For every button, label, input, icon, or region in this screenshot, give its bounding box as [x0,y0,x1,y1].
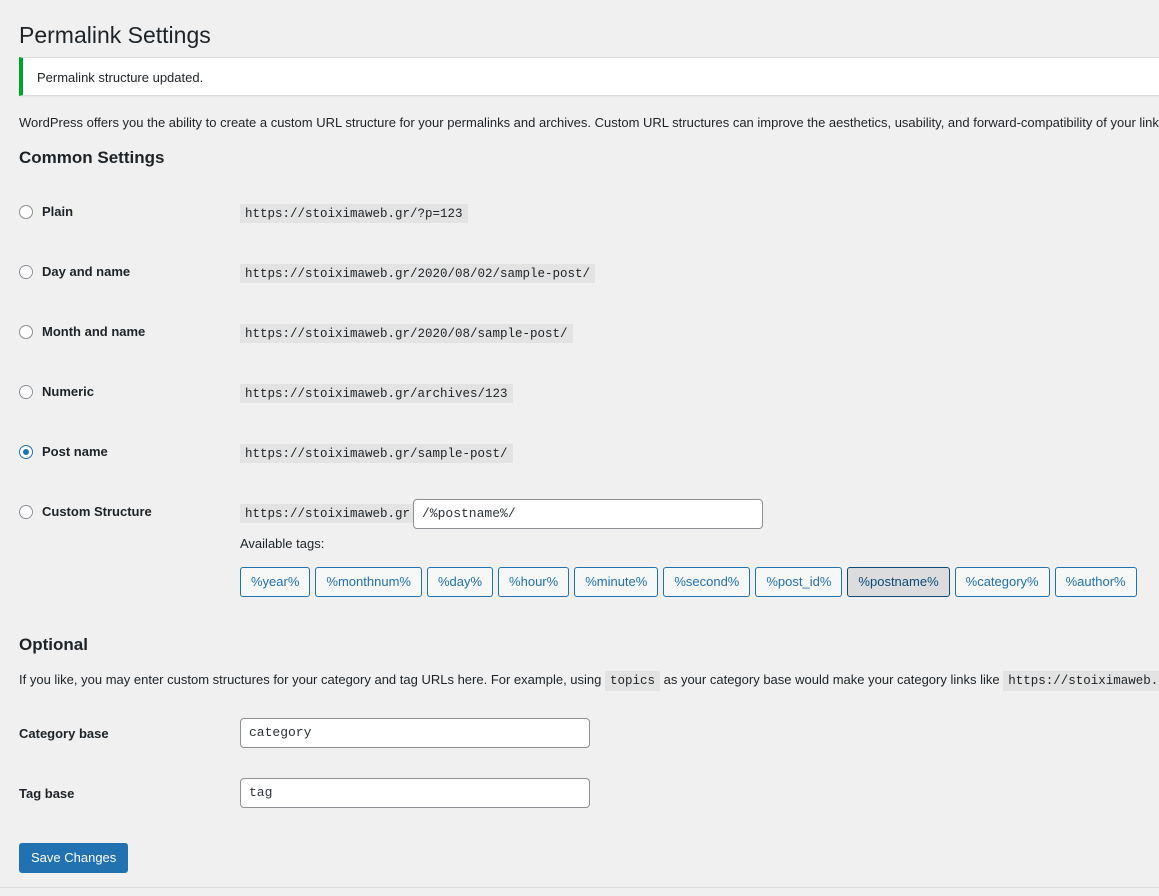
option-label: Day and name [42,264,131,279]
optional-desc-part: as your category base would make your ca… [660,672,1004,687]
option-month-name-label[interactable]: Month and name [19,324,145,339]
tag-button-category[interactable]: %category% [954,567,1050,597]
tag-button-author[interactable]: %author% [1054,567,1137,597]
optional-desc-code-url: https://stoiximaweb.gr/ [1003,671,1159,691]
tag-base-label: Tag base [19,786,75,801]
option-post-name-label[interactable]: Post name [19,444,108,459]
tag-button-minute[interactable]: %minute% [574,567,659,597]
option-day-and-name[interactable]: Day and name https://stoiximaweb.gr/2020… [19,260,1159,286]
custom-structure-input[interactable]: /%postname%/ [413,499,763,529]
success-notice: Permalink structure updated. [19,57,1159,96]
common-settings-heading: Common Settings [19,148,165,167]
option-numeric[interactable]: Numeric https://stoiximaweb.gr/archives/… [19,380,1159,406]
tag-button-hour[interactable]: %hour% [498,567,570,597]
example-url: https://stoiximaweb.gr/2020/08/02/sample… [240,264,596,283]
option-label: Custom Structure [42,504,152,519]
option-custom-structure[interactable]: Custom Structure https://stoiximaweb.gr … [19,499,1159,529]
tag-base-input[interactable]: tag [240,778,590,808]
tag-button-monthnum[interactable]: %monthnum% [315,567,422,597]
category-base-input[interactable]: category [240,718,590,748]
radio-plain[interactable] [19,204,33,219]
option-day-name-label[interactable]: Day and name [19,264,130,279]
intro-text: WordPress offers you the ability to crea… [19,115,1159,130]
page-title: Permalink Settings [19,22,211,48]
available-tags: %year% %monthnum% %day% %hour% %minute% … [240,567,1137,597]
available-tags-label: Available tags: [240,536,325,551]
radio-custom-structure[interactable] [19,504,33,519]
optional-desc-part: If you like, you may enter custom struct… [19,672,605,687]
footer-divider [0,887,1159,888]
tag-button-second[interactable]: %second% [663,567,751,597]
option-post-name[interactable]: Post name https://stoiximaweb.gr/sample-… [19,440,1159,466]
example-url: https://stoiximaweb.gr/archives/123 [240,384,513,403]
category-base-label: Category base [19,726,109,741]
option-month-and-name[interactable]: Month and name https://stoiximaweb.gr/20… [19,320,1159,346]
optional-description: If you like, you may enter custom struct… [19,671,1159,691]
option-label: Plain [42,204,74,219]
radio-month-and-name[interactable] [19,324,33,339]
tag-button-postname[interactable]: %postname% [847,567,950,597]
option-numeric-label[interactable]: Numeric [19,384,94,399]
example-url: https://stoiximaweb.gr/sample-post/ [240,444,513,463]
save-changes-button[interactable]: Save Changes [19,843,129,873]
option-label: Post name [42,444,108,459]
radio-day-and-name[interactable] [19,264,33,279]
option-label: Numeric [42,384,95,399]
option-plain[interactable]: Plain https://stoiximaweb.gr/?p=123 [19,200,1159,226]
radio-post-name[interactable] [19,444,33,459]
option-custom-label[interactable]: Custom Structure [19,504,152,519]
optional-desc-code: topics [604,671,660,691]
example-url: https://stoiximaweb.gr/2020/08/sample-po… [240,324,573,343]
custom-base-url: https://stoiximaweb.gr [240,504,416,523]
notice-text: Permalink structure updated. [37,70,204,85]
example-url: https://stoiximaweb.gr/?p=123 [240,204,468,223]
radio-numeric[interactable] [19,384,33,399]
tag-button-day[interactable]: %day% [426,567,494,597]
option-label: Month and name [42,324,146,339]
optional-heading: Optional [19,635,88,654]
tag-button-year[interactable]: %year% [240,567,311,597]
tag-button-post-id[interactable]: %post_id% [755,567,843,597]
option-plain-label[interactable]: Plain [19,204,73,219]
